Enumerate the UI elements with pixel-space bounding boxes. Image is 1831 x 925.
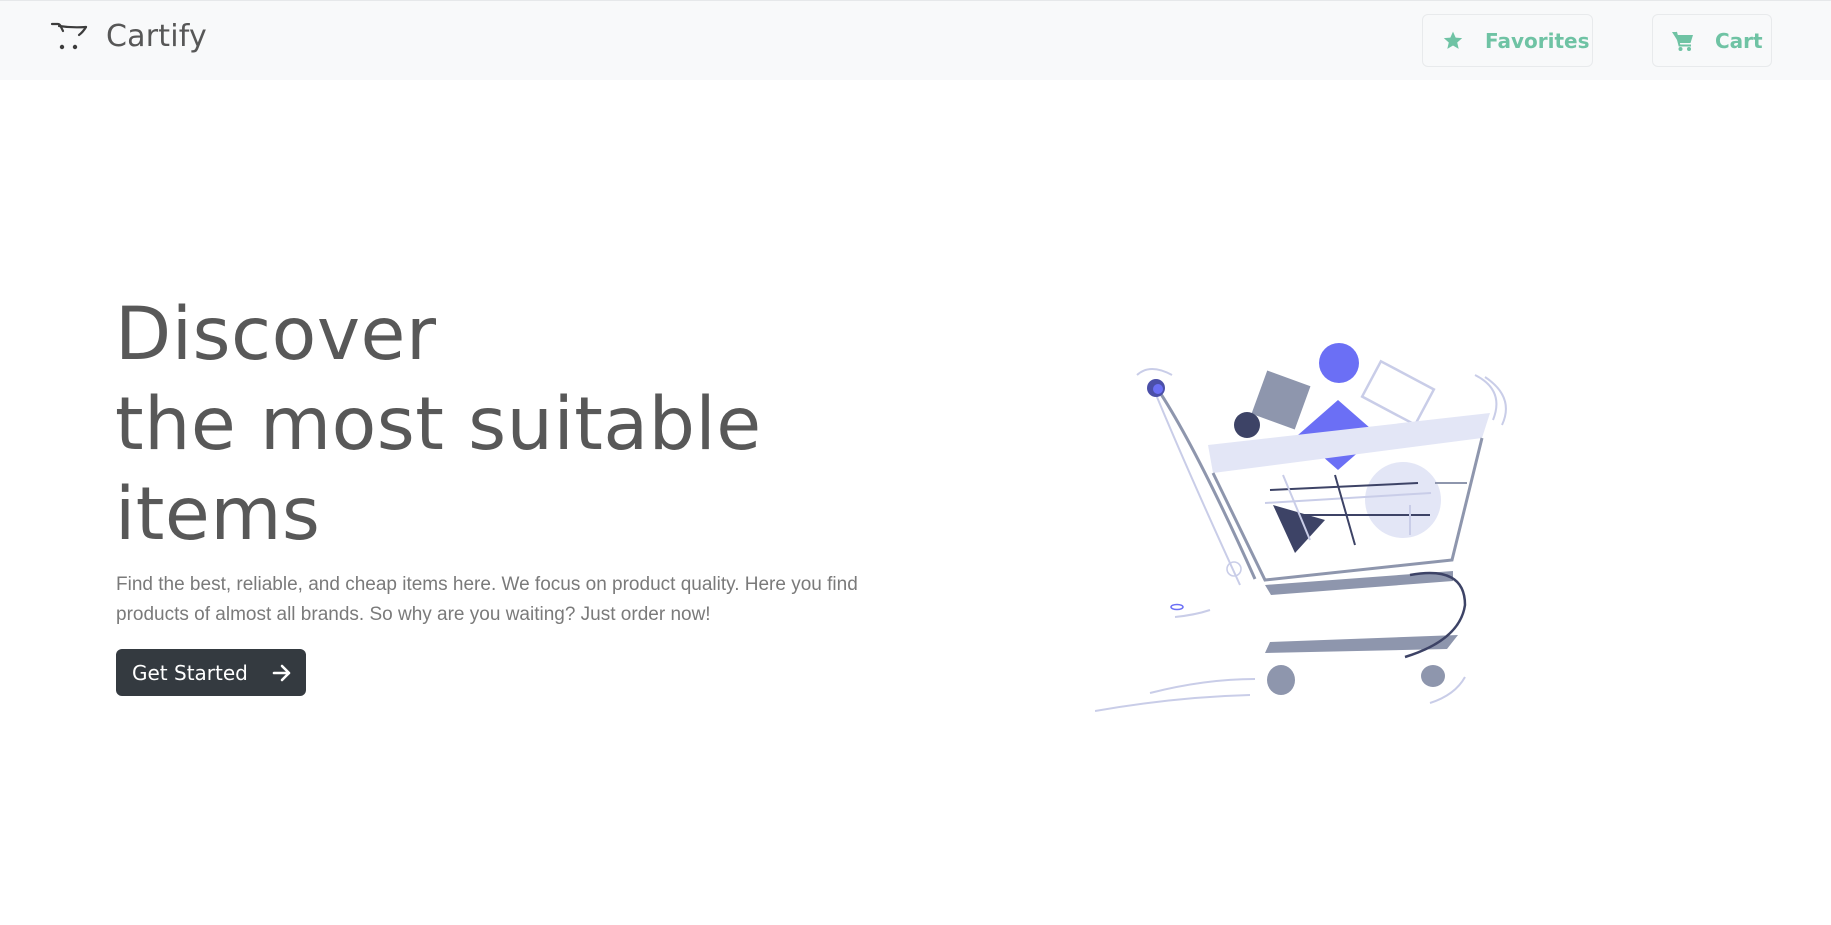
navbar: Cartify Favorites Cart <box>0 0 1831 80</box>
star-icon <box>1441 30 1465 52</box>
brand-logo-link[interactable]: Cartify <box>50 16 207 56</box>
cart-button[interactable]: Cart <box>1652 14 1772 67</box>
cart-icon <box>1671 30 1695 52</box>
hero-description: Find the best, reliable, and cheap items… <box>116 574 858 625</box>
get-started-label: Get Started <box>132 660 248 685</box>
favorites-label: Favorites <box>1485 28 1590 53</box>
cart-label: Cart <box>1715 28 1763 53</box>
hero-title-line: items <box>115 472 321 557</box>
shopping-cart-illustration <box>1094 335 1530 735</box>
favorites-button[interactable]: Favorites <box>1422 14 1593 67</box>
arrow-right-icon <box>272 664 292 682</box>
brand-name: Cartify <box>106 18 207 54</box>
get-started-button[interactable]: Get Started <box>116 649 306 696</box>
shopping-cart-logo-icon <box>50 19 90 53</box>
hero-title-line: Discover <box>115 292 437 377</box>
hero-title: Discover the most suitable items <box>115 290 762 560</box>
hero-title-line: the most suitable <box>115 382 762 467</box>
